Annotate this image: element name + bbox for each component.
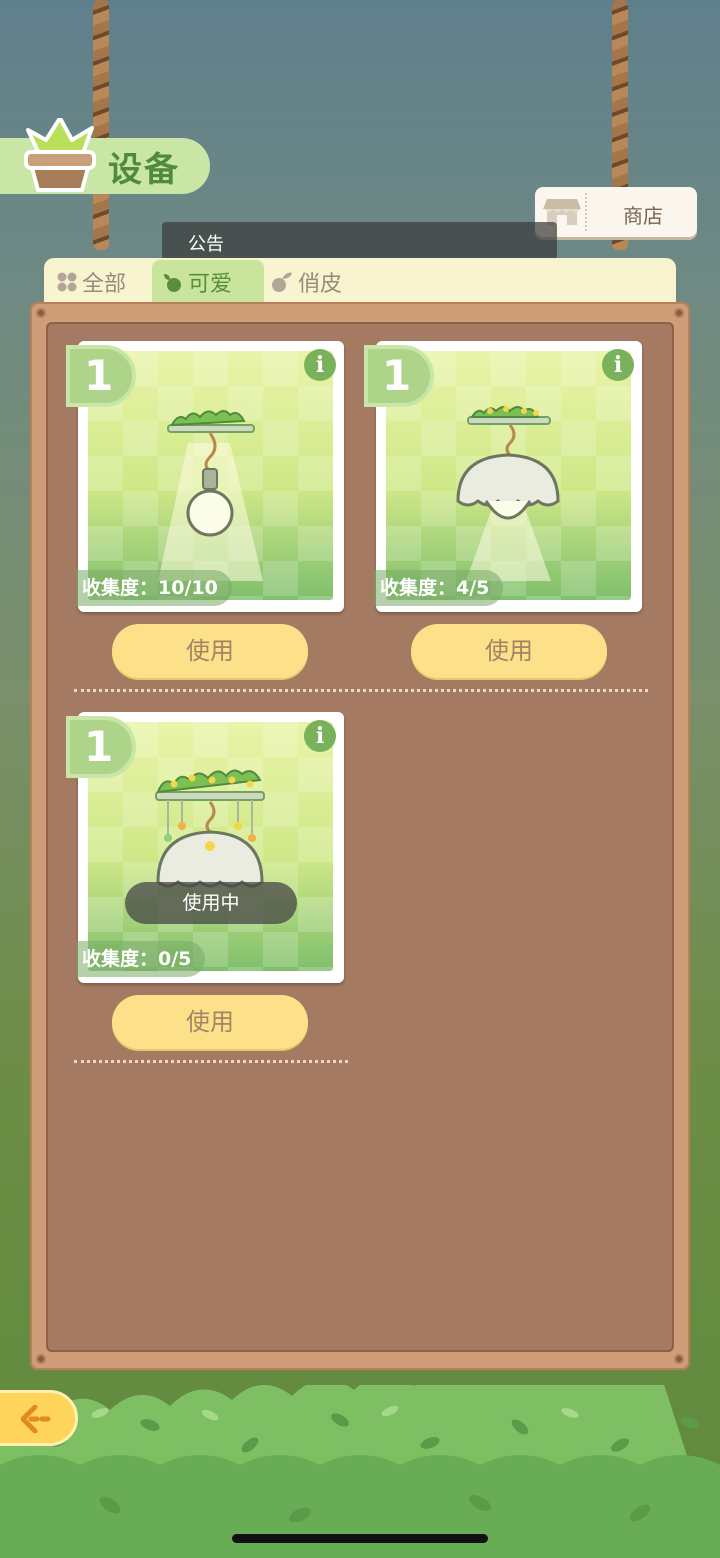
plant-pot-icon [24,118,96,192]
item-count: 1 [84,351,114,400]
board-nail [674,308,684,318]
collection-progress: 收集度：4/5 [374,570,504,606]
collection-progress: 收集度：0/5 [76,941,206,977]
announcement-bar[interactable]: 公告 [162,222,557,260]
shop-divider [585,193,587,231]
back-arrow-icon [21,1405,53,1433]
use-button[interactable]: 使用 [112,624,308,678]
page-title: 设备 [108,150,180,190]
item-card[interactable]: 1 i 使用中 收集度：0/5 [66,712,344,983]
row-divider [74,1060,348,1063]
info-icon[interactable]: i [304,349,336,381]
use-button[interactable]: 使用 [411,624,607,678]
tab-cute-label: 可爱 [188,272,233,297]
info-icon[interactable]: i [602,349,634,381]
announcement-label: 公告 [188,234,224,255]
use-button[interactable]: 使用 [112,995,308,1049]
info-icon[interactable]: i [304,720,336,752]
tab-all[interactable]: 全部 [56,260,152,304]
shop-button[interactable]: 商店 [535,187,697,237]
row-divider [74,689,648,692]
item-count: 1 [382,351,412,400]
category-tabs: 全部 可爱 俏皮 [44,258,676,306]
item-card[interactable]: 1 i 收集度：10/10 [66,341,344,612]
leaf-icon [272,272,292,292]
back-button[interactable] [0,1390,78,1446]
collection-progress: 收集度：10/10 [76,570,232,606]
bush-decoration [0,1385,720,1558]
tab-naughty[interactable]: 俏皮 [270,260,380,304]
tab-all-label: 全部 [82,272,127,297]
board-nail [36,1354,46,1364]
grid-icon [57,272,77,292]
item-count-badge: 1 [66,345,136,407]
tab-cute[interactable]: 可爱 [152,260,264,304]
item-count: 1 [84,722,114,771]
board-nail [674,1354,684,1364]
board-nail [36,308,46,318]
home-indicator[interactable] [232,1534,488,1543]
item-card[interactable]: 1 i 收集度：4/5 [364,341,642,612]
shop-label: 商店 [623,204,663,228]
sprout-icon [164,274,181,292]
item-count-badge: 1 [66,716,136,778]
in-use-badge: 使用中 [125,882,297,924]
item-count-badge: 1 [364,345,434,407]
tab-naughty-label: 俏皮 [298,272,343,297]
